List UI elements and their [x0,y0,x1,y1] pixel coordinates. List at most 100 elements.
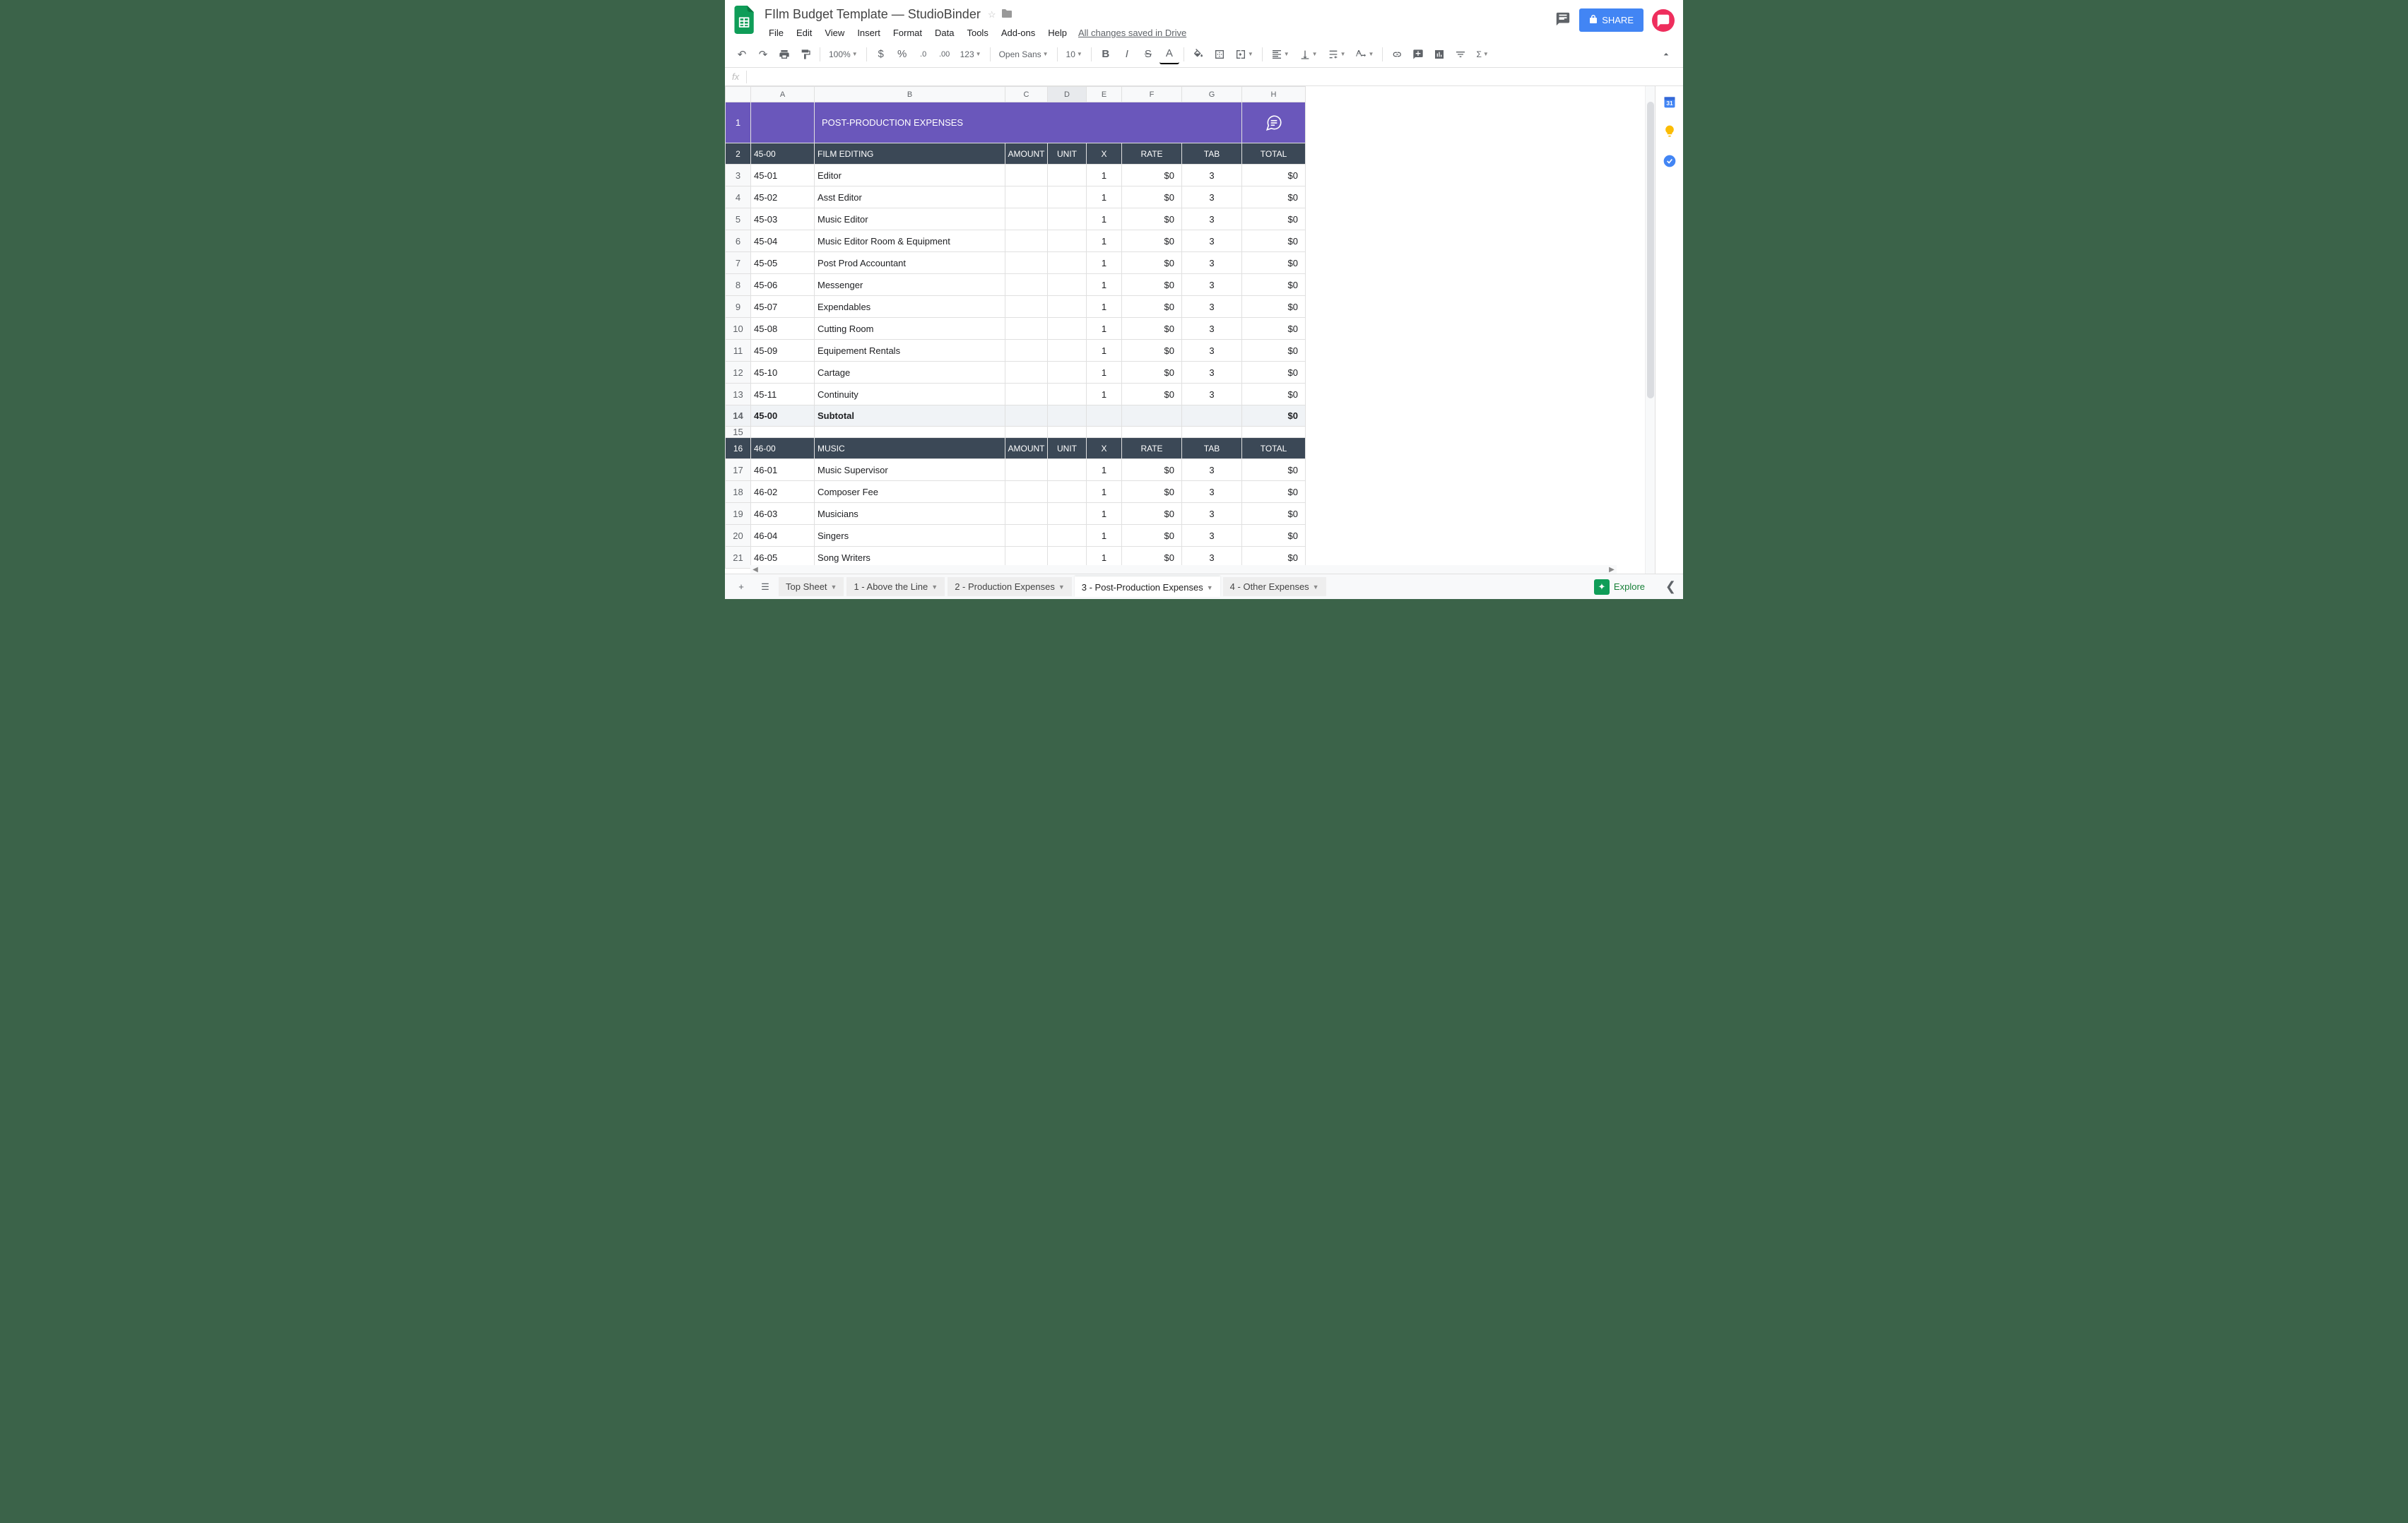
row-code[interactable]: 46-04 [751,525,815,547]
row-x[interactable]: 1 [1087,230,1122,252]
cell[interactable] [1005,405,1048,427]
row-header[interactable]: 16 [726,438,751,459]
empty-cell[interactable] [1182,427,1242,438]
row-unit[interactable] [1048,186,1087,208]
row-unit[interactable] [1048,340,1087,362]
row-unit[interactable] [1048,525,1087,547]
header-rate[interactable]: RATE [1122,143,1182,165]
row-desc[interactable]: Post Prod Accountant [815,252,1005,274]
row-x[interactable]: 1 [1087,296,1122,318]
row-tab[interactable]: 3 [1182,252,1242,274]
menu-data[interactable]: Data [929,25,960,41]
row-rate[interactable]: $0 [1122,208,1182,230]
row-amount[interactable] [1005,525,1048,547]
row-unit[interactable] [1048,503,1087,525]
print-icon[interactable] [774,45,794,64]
row-header[interactable]: 6 [726,230,751,252]
row-rate[interactable]: $0 [1122,252,1182,274]
redo-icon[interactable]: ↷ [753,45,773,64]
row-x[interactable]: 1 [1087,384,1122,405]
row-total[interactable]: $0 [1242,362,1306,384]
row-unit[interactable] [1048,208,1087,230]
section-code[interactable]: 45-00 [751,143,815,165]
row-total[interactable]: $0 [1242,459,1306,481]
italic-icon[interactable]: I [1117,45,1137,64]
row-amount[interactable] [1005,296,1048,318]
row-desc[interactable]: Continuity [815,384,1005,405]
row-x[interactable]: 1 [1087,165,1122,186]
row-header[interactable]: 15 [726,427,751,438]
row-rate[interactable]: $0 [1122,503,1182,525]
row-tab[interactable]: 3 [1182,296,1242,318]
avatar[interactable] [1652,9,1675,32]
row-amount[interactable] [1005,503,1048,525]
row-tab[interactable]: 3 [1182,186,1242,208]
empty-cell[interactable] [1122,427,1182,438]
undo-icon[interactable]: ↶ [732,45,752,64]
row-total[interactable]: $0 [1242,274,1306,296]
header-amount[interactable]: AMOUNT [1005,438,1048,459]
text-color-icon[interactable]: A [1159,45,1179,64]
row-rate[interactable]: $0 [1122,481,1182,503]
row-desc[interactable]: Editor [815,165,1005,186]
row-rate[interactable]: $0 [1122,274,1182,296]
row-header[interactable]: 9 [726,296,751,318]
row-code[interactable]: 45-06 [751,274,815,296]
cell[interactable] [1122,405,1182,427]
row-header[interactable]: 3 [726,165,751,186]
col-header-D[interactable]: D [1048,87,1087,102]
column-headers[interactable]: A B C D E F G H [726,87,1306,102]
row-tab[interactable]: 3 [1182,165,1242,186]
row-header[interactable]: 7 [726,252,751,274]
row-rate[interactable]: $0 [1122,340,1182,362]
text-wrap-icon[interactable]: ▼ [1323,45,1350,64]
row-header[interactable]: 18 [726,481,751,503]
row-rate[interactable]: $0 [1122,165,1182,186]
row-x[interactable]: 1 [1087,318,1122,340]
text-rotation-icon[interactable]: ▼ [1352,45,1379,64]
col-header-E[interactable]: E [1087,87,1122,102]
row-code[interactable]: 45-09 [751,340,815,362]
col-header-B[interactable]: B [815,87,1005,102]
row-tab[interactable]: 3 [1182,459,1242,481]
empty-cell[interactable] [815,427,1005,438]
row-unit[interactable] [1048,362,1087,384]
doc-title[interactable]: FIlm Budget Template — StudioBinder [763,6,982,23]
menu-addons[interactable]: Add-ons [996,25,1041,41]
menu-insert[interactable]: Insert [851,25,886,41]
row-rate[interactable]: $0 [1122,459,1182,481]
row-x[interactable]: 1 [1087,340,1122,362]
empty-cell[interactable] [1087,427,1122,438]
row-tab[interactable]: 3 [1182,525,1242,547]
row-header[interactable]: 14 [726,405,751,427]
row-amount[interactable] [1005,230,1048,252]
row-unit[interactable] [1048,230,1087,252]
row-code[interactable]: 45-11 [751,384,815,405]
row-total[interactable]: $0 [1242,481,1306,503]
row-desc[interactable]: Cartage [815,362,1005,384]
subtotal-code[interactable]: 45-00 [751,405,815,427]
strikethrough-icon[interactable]: S [1138,45,1158,64]
insert-comment-icon[interactable] [1408,45,1428,64]
row-header[interactable]: 20 [726,525,751,547]
row-amount[interactable] [1005,481,1048,503]
subtotal-total[interactable]: $0 [1242,405,1306,427]
link-icon[interactable] [1387,45,1407,64]
row-header[interactable]: 5 [726,208,751,230]
menu-tools[interactable]: Tools [961,25,993,41]
section-name[interactable]: FILM EDITING [815,143,1005,165]
row-x[interactable]: 1 [1087,252,1122,274]
row-rate[interactable]: $0 [1122,362,1182,384]
percent-icon[interactable]: % [892,45,912,64]
share-button[interactable]: SHARE [1579,8,1643,32]
row-header[interactable]: 2 [726,143,751,165]
col-header-C[interactable]: C [1005,87,1048,102]
row-header[interactable]: 21 [726,547,751,569]
row-x[interactable]: 1 [1087,481,1122,503]
row-amount[interactable] [1005,274,1048,296]
row-code[interactable]: 45-03 [751,208,815,230]
row-header[interactable]: 13 [726,384,751,405]
row-x[interactable]: 1 [1087,274,1122,296]
header-unit[interactable]: UNIT [1048,143,1087,165]
col-header-A[interactable]: A [751,87,815,102]
